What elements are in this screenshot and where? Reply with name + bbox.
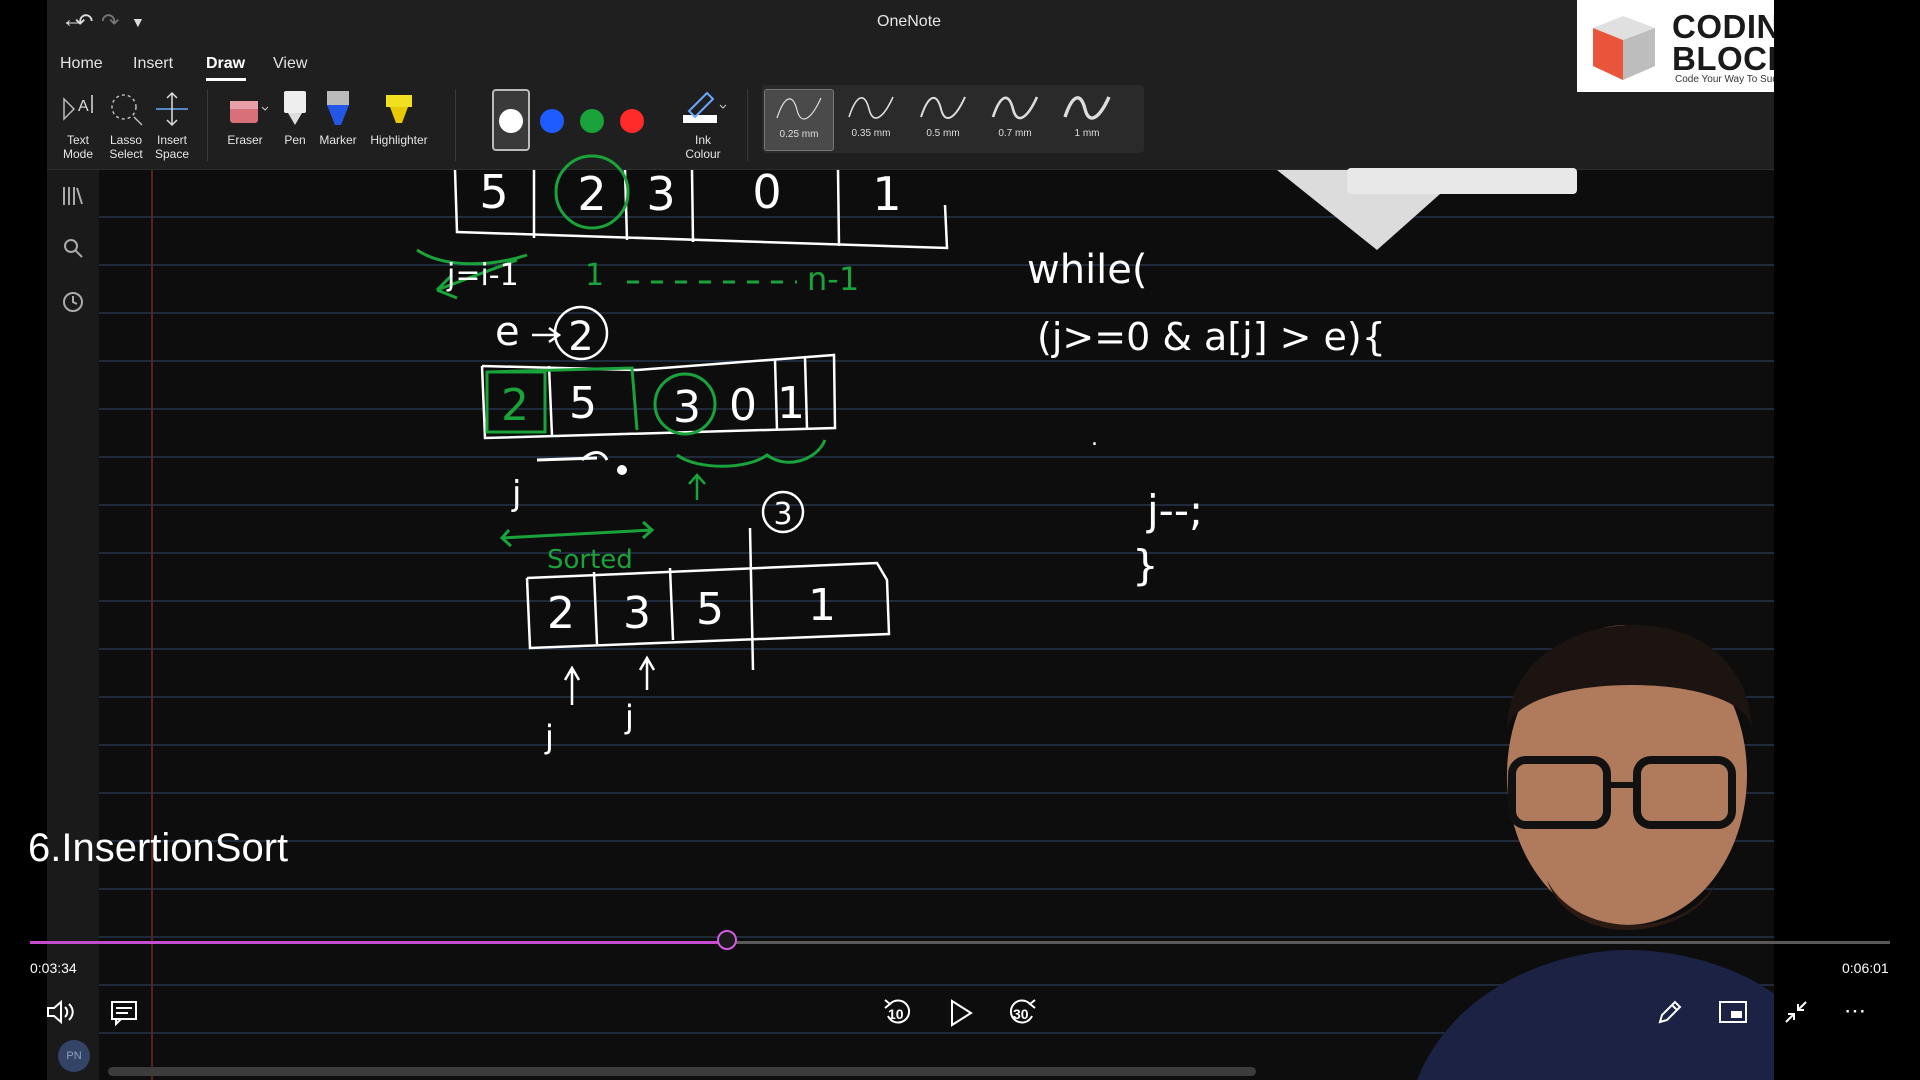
row2-cell-2: 3 (673, 382, 701, 433)
row3-cell-2: 5 (696, 584, 724, 635)
seek-bar-thumb[interactable] (717, 930, 737, 950)
captions-icon[interactable] (110, 1000, 138, 1026)
row2-cell-1: 5 (569, 378, 597, 429)
video-frame: ← ↶ ↷ ▼ OneNote Home Insert Draw View A … (47, 0, 1774, 1080)
cube-logo-icon (1593, 16, 1655, 80)
pencil-icon[interactable] (1656, 998, 1684, 1026)
horizontal-scrollbar[interactable] (108, 1067, 1256, 1076)
total-time: 0:06:01 (1842, 960, 1889, 976)
range-start-text: 1 (585, 258, 604, 293)
row3-cell-0: 2 (547, 588, 575, 639)
exit-fullscreen-icon[interactable] (1782, 998, 1810, 1026)
row3-cell-1: 3 (623, 588, 651, 639)
floating-card-shape (1347, 168, 1577, 194)
row2-j-label: j (511, 474, 521, 514)
seek-bar-progress (30, 941, 727, 944)
row2-cell-3: 0 (729, 380, 757, 431)
current-time: 0:03:34 (30, 960, 77, 976)
ink-arrow (638, 655, 656, 690)
row1-cell-2: 3 (646, 167, 675, 221)
e-value-text: 2 (568, 314, 593, 360)
row1-cell-3: 0 (752, 165, 781, 219)
j-init-text: j=i-1 (446, 258, 519, 293)
skip-forward-seconds: 30 (1013, 1006, 1029, 1022)
row2-cell-0: 2 (501, 380, 529, 431)
row1-cell-1: 2 (577, 167, 606, 221)
j-decrement-text: j--; (1146, 486, 1203, 535)
ink-brace (676, 439, 827, 468)
more-options-icon[interactable]: ⋯ (1844, 998, 1868, 1024)
coding-blocks-logo: CODING BLOCKS Code Your Way To Success (1577, 0, 1774, 92)
ink-stroke (536, 451, 609, 462)
video-title: 6.InsertionSort (28, 826, 289, 870)
logo-line-2: BLOCKS (1672, 40, 1774, 77)
ink-dot: . (1091, 426, 1098, 451)
mini-player-icon[interactable] (1718, 1000, 1748, 1024)
volume-icon[interactable] (46, 1000, 76, 1024)
user-avatar[interactable]: PN (58, 1040, 90, 1072)
skip-back-seconds: 10 (888, 1006, 904, 1022)
closing-brace-text: } (1132, 541, 1159, 590)
row3-j-label: j (624, 698, 634, 736)
sorted-label: Sorted (547, 545, 633, 575)
e-variable-text: e (495, 309, 520, 355)
play-icon[interactable] (947, 998, 975, 1028)
circled-3-text: 3 (773, 497, 792, 532)
row3-j-label: j (544, 718, 554, 756)
range-end-text: n-1 (807, 260, 859, 298)
ink-arrow (688, 473, 706, 500)
row2-cell-4: 1 (777, 378, 805, 429)
ink-arrow (499, 520, 655, 548)
ink-dot (617, 465, 627, 475)
while-condition-text: (j>=0 & a[j] > e){ (1037, 315, 1386, 359)
row3-cell-3: 1 (808, 580, 836, 631)
logo-tagline: Code Your Way To Success (1675, 74, 1774, 85)
ink-arrow (563, 665, 581, 705)
row1-cell-0: 5 (479, 165, 508, 219)
row1-cell-4: 1 (872, 167, 901, 221)
while-text: while( (1027, 247, 1148, 293)
